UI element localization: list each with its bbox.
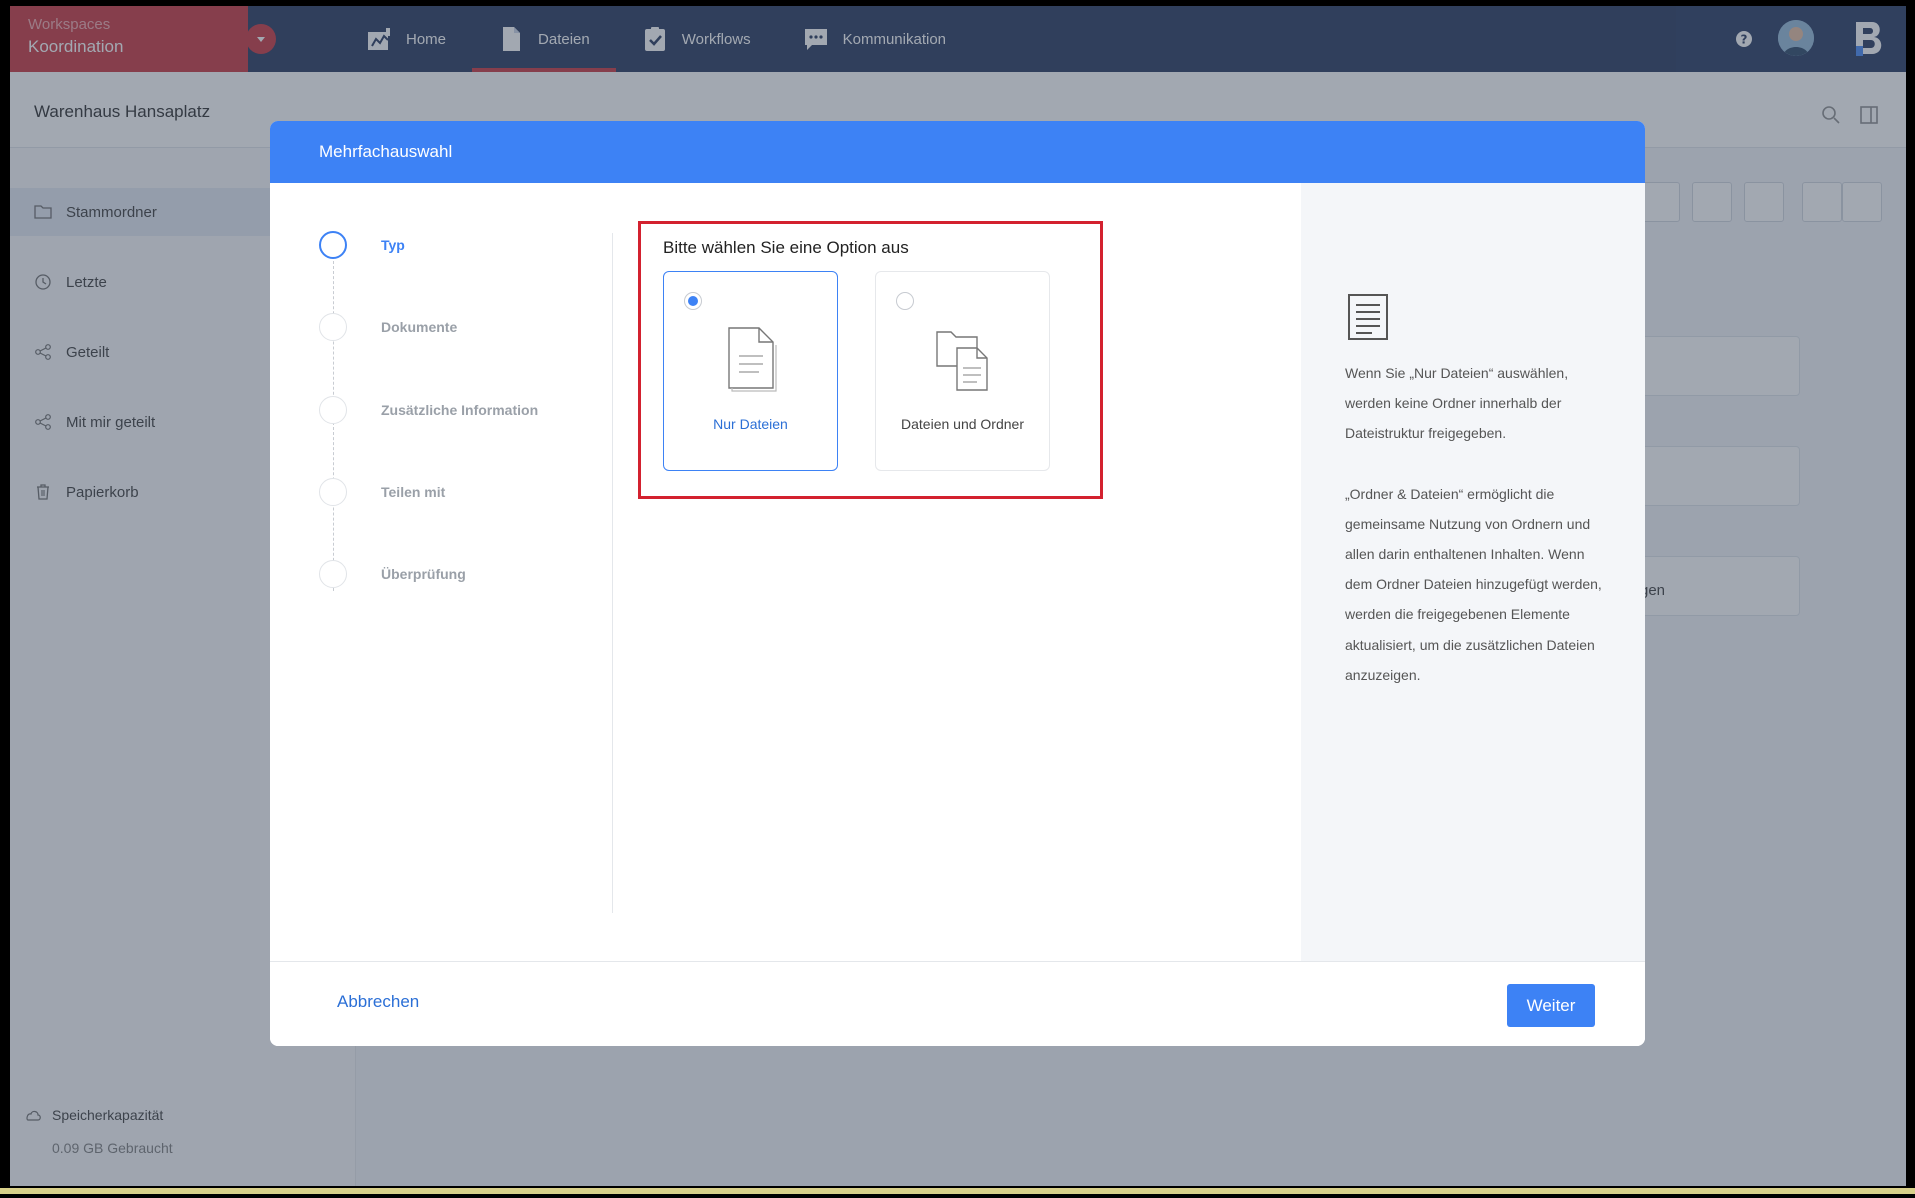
info-paragraph: „Ordner & Dateien“ ermöglicht die gemein… (1345, 485, 1602, 683)
step-indicator (319, 478, 347, 506)
steps-divider (612, 233, 613, 913)
step-indicator (319, 231, 347, 259)
step-label: Typ (381, 237, 405, 253)
step-indicator (319, 313, 347, 341)
dialog-footer: Abbrechen Weiter (270, 961, 1645, 1046)
file-icon (727, 327, 777, 392)
step-typ[interactable]: Typ (319, 231, 599, 261)
info-panel: Wenn Sie „Nur Dateien“ auswählen, werden… (1301, 183, 1645, 961)
info-text: Wenn Sie „Nur Dateien“ auswählen, werden… (1345, 358, 1607, 690)
dialog-header: Mehrfachauswahl (270, 121, 1645, 183)
bottom-edge (0, 1188, 1915, 1194)
options-title: Bitte wählen Sie eine Option aus (663, 238, 909, 257)
dialog-title: Mehrfachauswahl (319, 142, 453, 161)
dialog-body: Typ Dokumente Zusätzliche Information Te… (270, 183, 1645, 961)
step-connector (333, 261, 334, 591)
step-dokumente[interactable]: Dokumente (319, 313, 599, 343)
document-icon (1348, 294, 1388, 340)
option-radio[interactable] (896, 292, 914, 310)
step-zusaetzliche-information[interactable]: Zusätzliche Information (319, 396, 599, 426)
wizard-steps: Typ Dokumente Zusätzliche Information Te… (270, 183, 613, 961)
step-label: Teilen mit (381, 484, 446, 500)
step-indicator (319, 560, 347, 588)
step-label: Zusätzliche Information (381, 402, 539, 418)
step-indicator (319, 396, 347, 424)
info-paragraph: Wenn Sie „Nur Dateien“ auswählen, werden… (1345, 365, 1569, 442)
cancel-button[interactable]: Abbrechen (337, 992, 419, 1012)
folder-file-icon (935, 331, 988, 391)
option-radio[interactable] (684, 292, 702, 310)
option-dateien-und-ordner[interactable]: Dateien und Ordner (875, 271, 1050, 471)
step-label: Überprüfung (381, 566, 466, 582)
option-label: Nur Dateien (713, 416, 788, 432)
step-label: Dokumente (381, 319, 458, 335)
option-label: Dateien und Ordner (901, 416, 1024, 432)
step-teilen-mit[interactable]: Teilen mit (319, 478, 599, 508)
option-nur-dateien[interactable]: Nur Dateien (663, 271, 838, 471)
next-button[interactable]: Weiter (1507, 984, 1595, 1027)
step-ueberpruefung[interactable]: Überprüfung (319, 560, 599, 590)
multi-select-dialog: Mehrfachauswahl Typ Dokumente Zusätzlich… (270, 121, 1645, 1046)
